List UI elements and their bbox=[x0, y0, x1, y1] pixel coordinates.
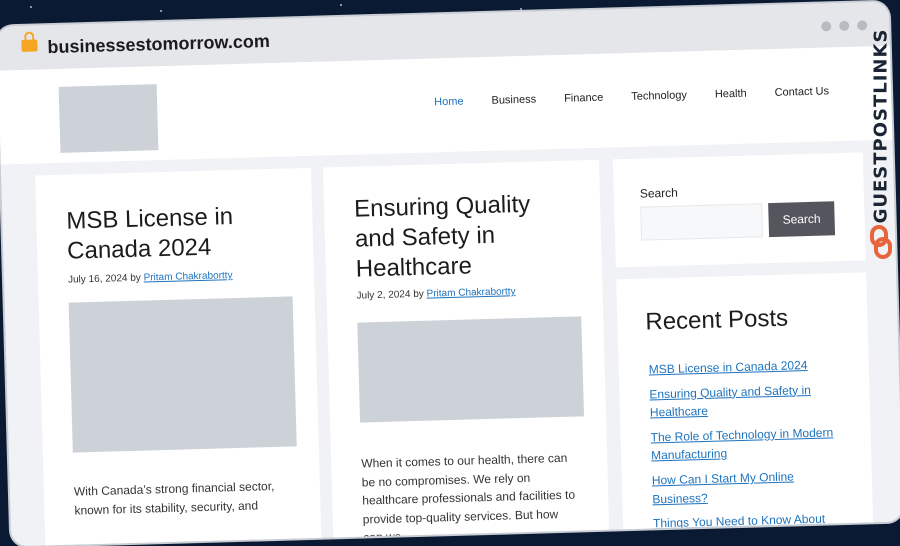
recent-post-link[interactable]: Things You Need to Know About bbox=[653, 509, 849, 533]
browser-window: businessestomorrow.com Home Business Fin… bbox=[0, 1, 900, 546]
chain-link-icon bbox=[870, 225, 892, 259]
recent-post-link[interactable]: The Role of Technology in Modern Manufac… bbox=[650, 423, 847, 466]
post-card: MSB License in Canada 2024 July 16, 2024… bbox=[35, 167, 322, 546]
post-by: by bbox=[130, 272, 141, 284]
recent-post-link[interactable]: Ensuring Quality and Safety in Healthcar… bbox=[649, 380, 846, 423]
recent-post-link[interactable]: How Can I Start My Online Business? bbox=[652, 466, 849, 509]
lock-icon bbox=[21, 39, 38, 52]
post-by: by bbox=[413, 288, 424, 301]
site-logo[interactable] bbox=[58, 84, 159, 153]
main-nav: Home Business Finance Technology Health … bbox=[434, 85, 829, 108]
nav-home[interactable]: Home bbox=[434, 96, 464, 109]
search-label: Search bbox=[639, 185, 679, 201]
post-meta: July 2, 2024 by Pritam Chakrabortty bbox=[356, 286, 515, 301]
nav-technology[interactable]: Technology bbox=[631, 89, 687, 103]
post-card: Ensuring Quality and Safety in Healthcar… bbox=[322, 159, 610, 546]
nav-health[interactable]: Health bbox=[715, 88, 747, 101]
recent-posts-title: Recent Posts bbox=[645, 304, 789, 336]
post-title[interactable]: MSB License in Canada 2024 bbox=[66, 201, 288, 267]
nav-business[interactable]: Business bbox=[491, 94, 536, 107]
post-thumbnail[interactable] bbox=[68, 296, 297, 453]
star bbox=[30, 6, 32, 8]
post-excerpt: When it comes to our health, there can b… bbox=[361, 450, 576, 545]
post-date: July 16, 2024 bbox=[67, 273, 128, 286]
watermark-text: GUESTPOSTLINKS bbox=[870, 28, 892, 224]
post-meta: July 16, 2024 by Pritam Chakrabortty bbox=[68, 270, 233, 286]
search-button[interactable]: Search bbox=[768, 201, 836, 238]
star bbox=[520, 8, 522, 10]
guestpostlinks-watermark: GUESTPOSTLINKS bbox=[866, 29, 896, 264]
nav-contact-us[interactable]: Contact Us bbox=[774, 85, 829, 99]
url-text[interactable]: businessestomorrow.com bbox=[47, 31, 270, 58]
recent-posts-list: MSB License in Canada 2024 Ensuring Qual… bbox=[648, 355, 849, 539]
window-dot-icon[interactable] bbox=[839, 20, 850, 32]
window-dot-icon[interactable] bbox=[821, 21, 832, 32]
post-excerpt: With Canada’s strong financial sector, k… bbox=[73, 478, 275, 518]
window-dot-icon[interactable] bbox=[857, 20, 868, 31]
search-widget: Search Search bbox=[612, 152, 866, 268]
star bbox=[160, 10, 162, 12]
nav-finance[interactable]: Finance bbox=[564, 92, 603, 105]
post-author-link[interactable]: Pritam Chakrabortty bbox=[426, 286, 515, 299]
star bbox=[340, 4, 342, 6]
post-date: July 2, 2024 bbox=[356, 289, 411, 302]
recent-post-link[interactable]: MSB License in Canada 2024 bbox=[648, 355, 844, 379]
window-controls bbox=[813, 17, 868, 37]
post-title[interactable]: Ensuring Quality and Safety in Healthcar… bbox=[354, 189, 576, 285]
search-input[interactable] bbox=[640, 203, 764, 241]
post-author-link[interactable]: Pritam Chakrabortty bbox=[143, 270, 232, 283]
post-thumbnail[interactable] bbox=[357, 316, 585, 423]
recent-posts-widget: Recent Posts MSB License in Canada 2024 … bbox=[616, 272, 874, 540]
